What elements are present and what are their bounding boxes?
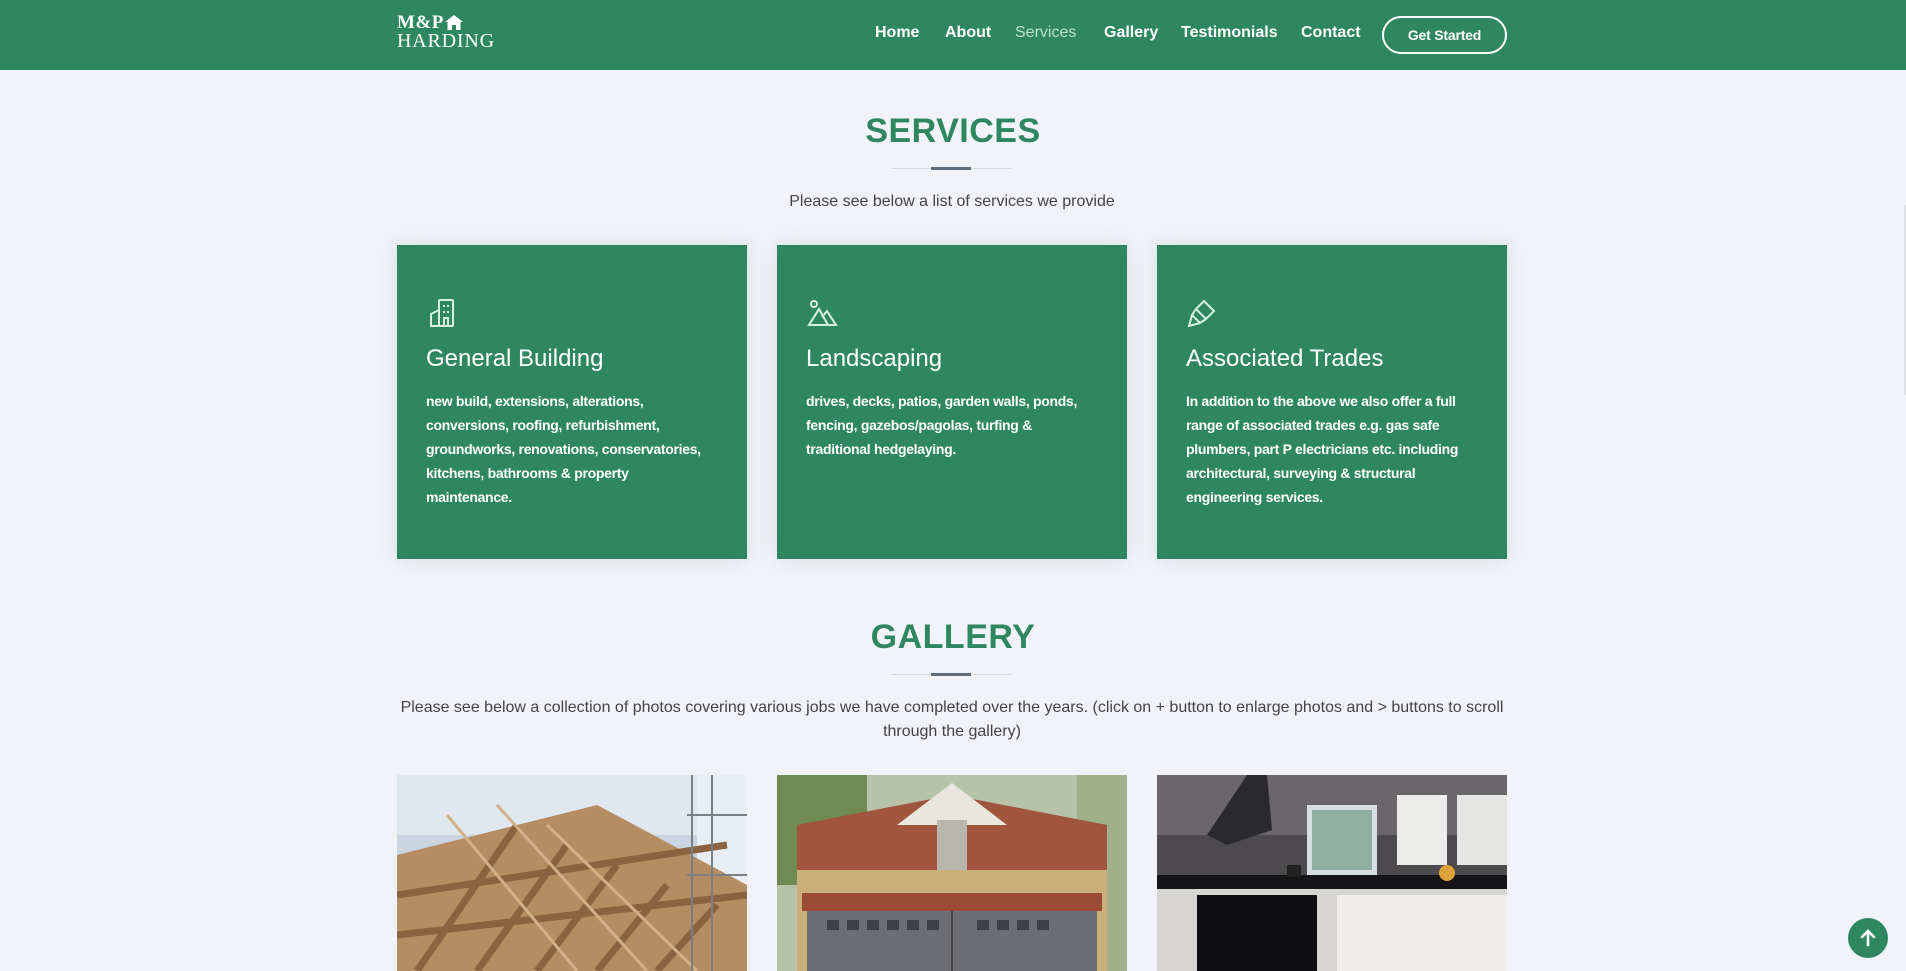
- service-description: In addition to the above we also offer a…: [1186, 393, 1459, 505]
- nav-testimonials[interactable]: Testimonials: [1181, 24, 1278, 42]
- arrow-up-icon: [1860, 929, 1876, 947]
- gallery-photo-roof[interactable]: [397, 775, 747, 971]
- service-description: new build, extensions, alterations, conv…: [426, 393, 701, 505]
- services-divider: [891, 167, 1011, 170]
- service-card-associated-trades: Associated Trades In addition to the abo…: [1157, 245, 1507, 559]
- service-title: General Building: [426, 345, 604, 372]
- service-title: Landscaping: [806, 345, 943, 372]
- gallery-divider: [891, 673, 1011, 676]
- site-header: M&P HARDING Home About Services Gallery …: [0, 0, 1906, 70]
- back-to-top-button[interactable]: [1848, 918, 1888, 958]
- paint-brush-icon: [1187, 299, 1216, 328]
- gallery-subtitle: Please see below a collection of photos …: [400, 699, 1504, 740]
- nav-home[interactable]: Home: [875, 24, 919, 42]
- gallery-photo-garage[interactable]: [777, 775, 1127, 971]
- gallery-photo-kitchen[interactable]: [1157, 775, 1507, 971]
- service-card-landscaping: Landscaping drives, decks, patios, garde…: [777, 245, 1127, 559]
- services-title: SERVICES: [865, 112, 1041, 150]
- get-started-button[interactable]: Get Started: [1382, 16, 1507, 54]
- landscape-icon: [807, 300, 838, 326]
- nav-services[interactable]: Services: [1015, 24, 1076, 42]
- nav-gallery[interactable]: Gallery: [1104, 24, 1158, 42]
- service-title: Associated Trades: [1186, 345, 1384, 372]
- gallery-title: GALLERY: [870, 618, 1036, 656]
- building-icon: [430, 299, 454, 327]
- nav-about[interactable]: About: [945, 24, 991, 42]
- main-nav: Home About Services Gallery Testimonials…: [0, 24, 1906, 46]
- services-subtitle: Please see below a list of services we p…: [789, 193, 1115, 210]
- service-card-general-building: General Building new build, extensions, …: [397, 245, 747, 559]
- nav-contact[interactable]: Contact: [1301, 24, 1361, 42]
- service-description: drives, decks, patios, garden walls, pon…: [806, 393, 1078, 457]
